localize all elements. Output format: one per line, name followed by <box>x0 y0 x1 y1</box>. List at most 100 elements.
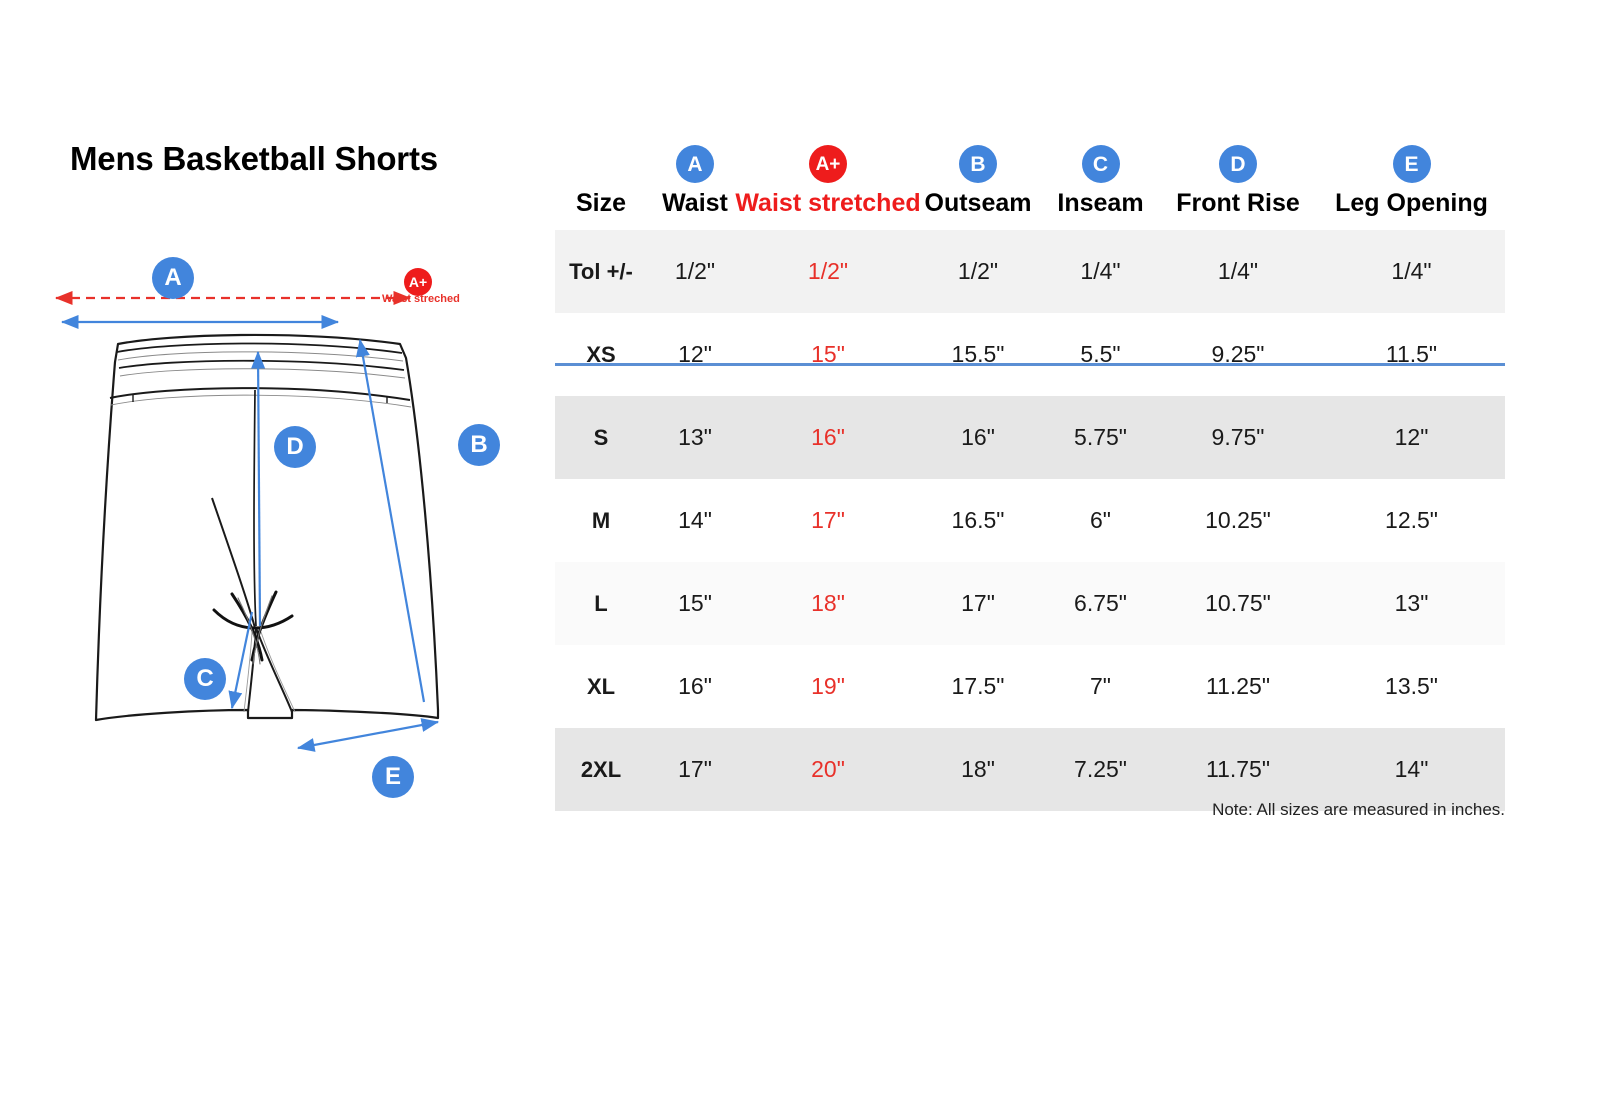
cell-inseam: 6.75" <box>1043 562 1158 645</box>
table-body: Tol +/- 1/2" 1/2" 1/2" 1/4" 1/4" 1/4" XS 12" 15" 1… <box>555 230 1505 811</box>
column-badge-size <box>582 145 620 183</box>
cell-size: Tol +/- <box>555 230 647 313</box>
arrow-e-leg-opening <box>296 718 440 752</box>
cell-outseam: 17" <box>913 562 1043 645</box>
cell-outseam: 16.5" <box>913 479 1043 562</box>
cell-leg-opening: 11.5" <box>1318 313 1505 396</box>
column-header-front-rise: D Front Rise <box>1158 120 1318 230</box>
cell-inseam: 7" <box>1043 645 1158 728</box>
cell-outseam: 17.5" <box>913 645 1043 728</box>
column-header-waist: A Waist <box>647 120 743 230</box>
waistband-bottom-stitch <box>110 394 412 408</box>
arrow-b-outseam <box>355 338 426 703</box>
callout-badge-a-plus: A+ <box>404 268 432 296</box>
cell-size: M <box>555 479 647 562</box>
cell-outseam: 1/2" <box>913 230 1043 313</box>
table-row: XL 16" 19" 17.5" 7" 11.25" 13.5" <box>555 645 1505 728</box>
cell-size: XL <box>555 645 647 728</box>
cell-leg-opening: 13.5" <box>1318 645 1505 728</box>
cell-front-rise: 10.25" <box>1158 479 1318 562</box>
cell-waist: 1/2" <box>647 230 743 313</box>
page-title: Mens Basketball Shorts <box>70 140 438 177</box>
callout-badge-a-plus-label: A+ <box>408 274 428 290</box>
table-row: S 13" 16" 16" 5.75" 9.75" 12" <box>555 396 1505 479</box>
table-row: L 15" 18" 17" 6.75" 10.75" 13" <box>555 562 1505 645</box>
cell-outseam: 15.5" <box>913 313 1043 396</box>
table-row: XS 12" 15" 15.5" 5.5" 9.25" 11.5" <box>555 313 1505 396</box>
callout-badge-b: B <box>458 424 500 466</box>
column-badge-a-plus: A+ <box>809 145 847 183</box>
cell-leg-opening: 12.5" <box>1318 479 1505 562</box>
column-label-waist-stretched: Waist stretched <box>735 189 921 217</box>
cell-waist-stretched: 19" <box>743 645 913 728</box>
arrow-d-front-rise <box>251 350 266 627</box>
column-badge-e: E <box>1392 145 1431 183</box>
cell-front-rise: 11.75" <box>1158 728 1318 811</box>
column-label-outseam: Outseam <box>924 189 1032 217</box>
table-row: 2XL 17" 20" 18" 7.25" 11.75" 14" <box>555 728 1505 811</box>
cell-waist: 15" <box>647 562 743 645</box>
cell-waist-stretched: 15" <box>743 313 913 396</box>
waistband-bottom <box>109 387 411 401</box>
cell-inseam: 5.75" <box>1043 396 1158 479</box>
cell-front-rise: 9.75" <box>1158 396 1318 479</box>
cell-waist: 12" <box>647 313 743 396</box>
column-label-leg-opening: Leg Opening <box>1335 189 1488 217</box>
callout-badge-a-label: A <box>164 264 182 291</box>
cell-waist: 16" <box>647 645 743 728</box>
column-badge-c: C <box>1081 145 1120 183</box>
callout-badge-c: C <box>184 658 226 700</box>
shorts-technical-drawing <box>0 240 540 820</box>
table-row: M 14" 17" 16.5" 6" 10.25" 12.5" <box>555 479 1505 562</box>
cell-front-rise: 10.75" <box>1158 562 1318 645</box>
table-head: Size A Waist A+ Waist stretched B Outsea… <box>555 120 1505 230</box>
cell-outseam: 16" <box>913 396 1043 479</box>
cell-size: S <box>555 396 647 479</box>
column-badge-b: B <box>959 145 997 183</box>
waist-stretched-caption: Waist streched <box>382 293 460 305</box>
column-label-size: Size <box>575 189 627 217</box>
column-badge-a: A <box>676 145 714 183</box>
shorts-svg <box>54 290 440 752</box>
cell-waist-stretched: 18" <box>743 562 913 645</box>
header-separator-rule <box>555 363 1505 366</box>
column-header-size: Size <box>555 120 647 230</box>
cell-front-rise: 11.25" <box>1158 645 1318 728</box>
callout-badge-e-label: E <box>384 763 401 790</box>
cell-leg-opening: 13" <box>1318 562 1505 645</box>
column-badge-d: D <box>1219 145 1257 183</box>
callout-badge-c-label: C <box>196 665 214 692</box>
callout-badge-d: D <box>274 426 316 468</box>
column-header-outseam: B Outseam <box>913 120 1043 230</box>
cell-leg-opening: 1/4" <box>1318 230 1505 313</box>
callout-badge-d-label: D <box>286 433 304 460</box>
cell-size: XS <box>555 313 647 396</box>
cell-leg-opening: 12" <box>1318 396 1505 479</box>
drawstring-knot <box>212 590 294 662</box>
cell-waist: 14" <box>647 479 743 562</box>
size-chart-table: Size A Waist A+ Waist stretched B Outsea… <box>555 120 1505 811</box>
cell-inseam: 5.5" <box>1043 313 1158 396</box>
column-header-waist-stretched: A+ Waist stretched <box>735 120 921 230</box>
measurement-table-panel: Size A Waist A+ Waist stretched B Outsea… <box>555 0 1600 1107</box>
cell-size: L <box>555 562 647 645</box>
cell-front-rise: 1/4" <box>1158 230 1318 313</box>
size-chart-page: Mens Basketball Shorts A B C D E A+ Wais… <box>0 0 1600 1107</box>
cell-waist-stretched: 1/2" <box>743 230 913 313</box>
callout-badge-a: A <box>152 257 194 299</box>
cell-waist: 17" <box>647 728 743 811</box>
callout-badge-b-label: B <box>470 431 488 458</box>
column-label-waist: Waist <box>662 189 728 217</box>
cell-waist-stretched: 16" <box>743 396 913 479</box>
illustration-panel: Mens Basketball Shorts A B C D E A+ Wais… <box>0 0 540 1107</box>
column-header-inseam: C Inseam <box>1043 120 1158 230</box>
cell-inseam: 1/4" <box>1043 230 1158 313</box>
cell-inseam: 6" <box>1043 479 1158 562</box>
column-label-front-rise: Front Rise <box>1176 189 1300 217</box>
table-note: Note: All sizes are measured in inches. <box>1212 800 1505 819</box>
column-label-inseam: Inseam <box>1057 189 1144 217</box>
cell-leg-opening: 14" <box>1318 728 1505 811</box>
cell-waist: 13" <box>647 396 743 479</box>
cell-waist-stretched: 20" <box>743 728 913 811</box>
cell-size: 2XL <box>555 728 647 811</box>
